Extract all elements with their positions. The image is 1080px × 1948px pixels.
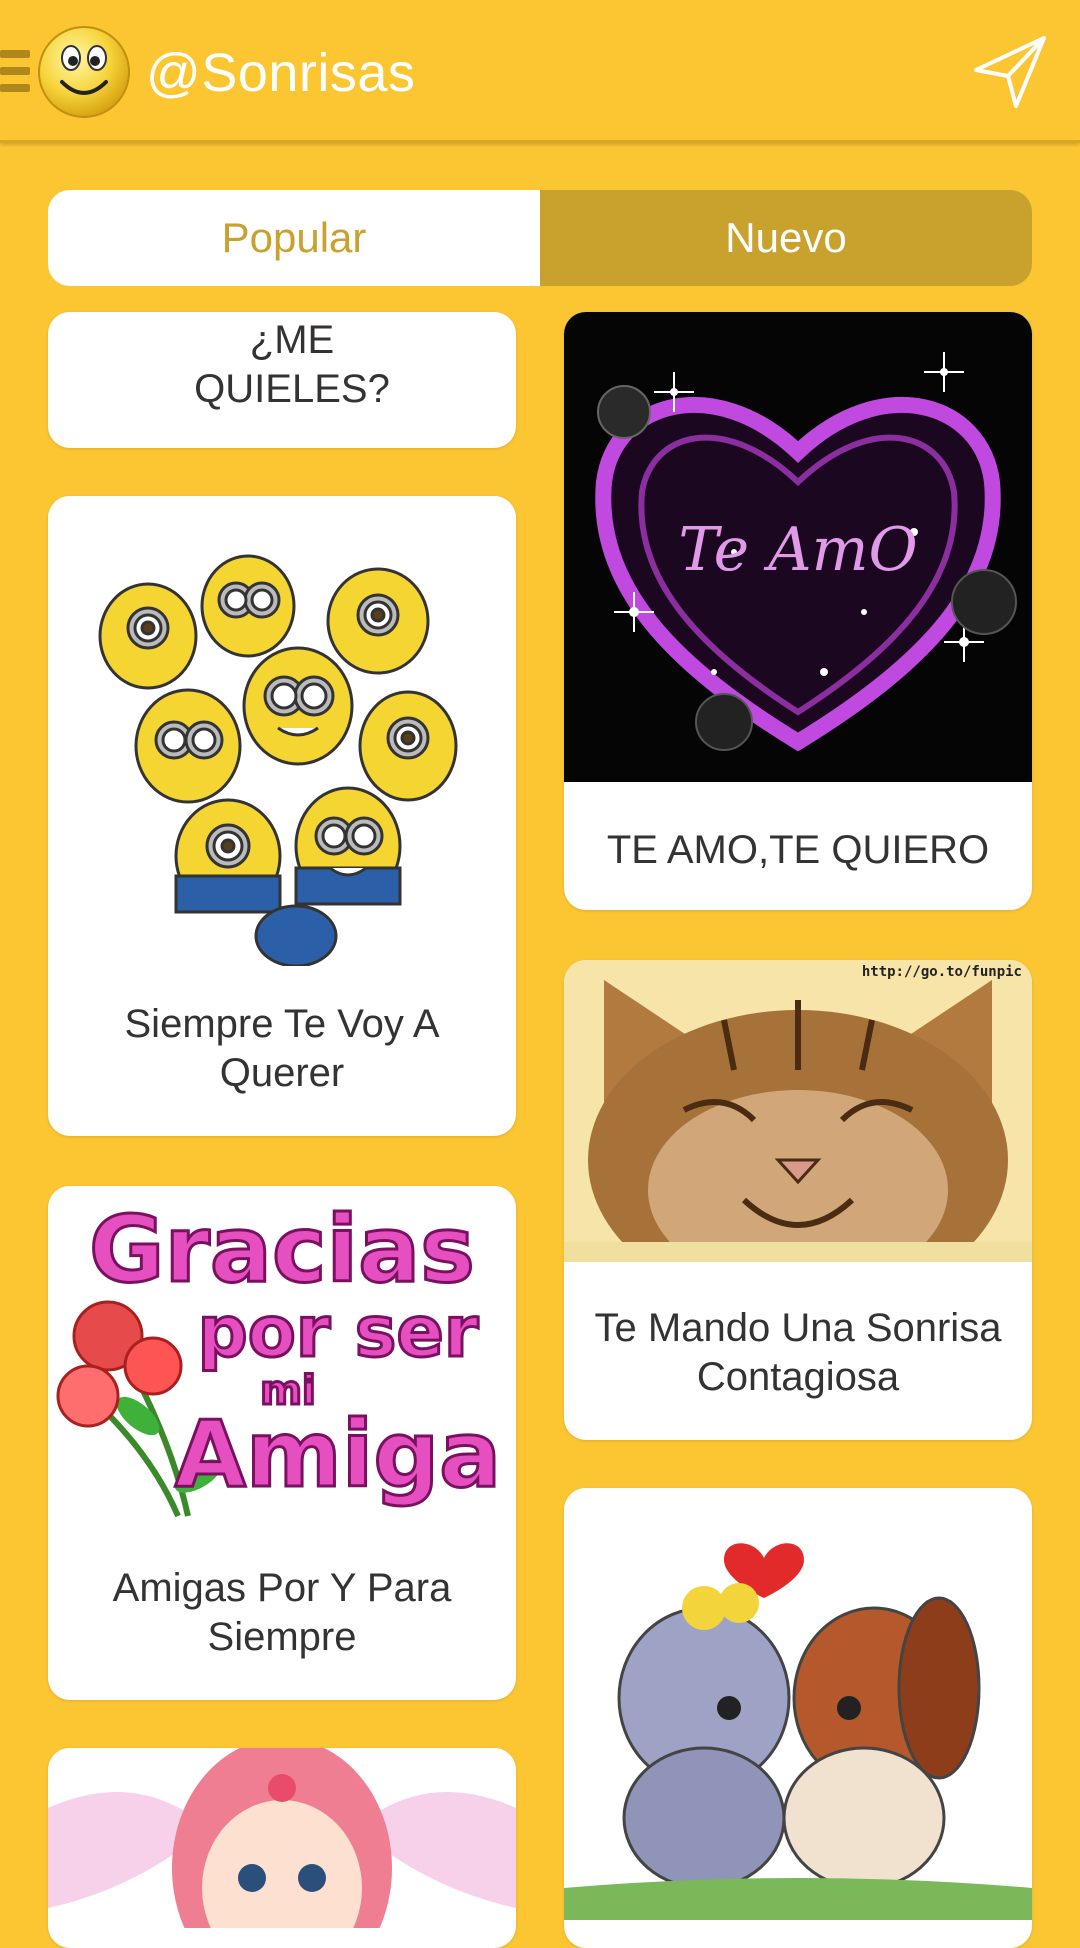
puppies-image (564, 1488, 1032, 1920)
menu-icon[interactable] (0, 50, 30, 94)
fairy-image (48, 1748, 516, 1928)
app-bar: @Sonrisas (0, 0, 1080, 143)
card-caption: TE AMO,TE QUIERO (606, 828, 990, 872)
send-icon[interactable] (972, 34, 1048, 110)
card-caption: Amigas Por Y Para Siempre (112, 1566, 452, 1659)
card-perritos[interactable] (564, 1488, 1032, 1948)
card-siempre[interactable]: Siempre Te Voy A Querer (48, 496, 516, 1136)
amigas-image (48, 1186, 516, 1530)
card-sonrisa[interactable]: http://go.to/funpic Te Mando Una Sonrisa… (564, 960, 1032, 1440)
smiley-icon (38, 26, 130, 118)
card-hada[interactable] (48, 1748, 516, 1948)
teamo-image (564, 312, 1032, 782)
card-teamo[interactable]: Te AmO TE AMO,TE QUIERO (564, 312, 1032, 910)
card-quieles[interactable]: ¿ME QUIELES? (48, 312, 516, 448)
tab-nuevo[interactable]: Nuevo (540, 190, 1032, 286)
kitten-image (564, 960, 1032, 1262)
app-title: @Sonrisas (146, 43, 416, 103)
card-amigas[interactable]: Gracias por ser mi Amiga Amigas Por Y Pa… (48, 1186, 516, 1700)
card-caption: ¿ME QUIELES? (194, 318, 390, 411)
tab-bar: Popular Nuevo (48, 190, 1032, 286)
card-caption: Siempre Te Voy A Querer (124, 1002, 440, 1095)
minions-image (48, 496, 516, 966)
card-caption: Te Mando Una Sonrisa Contagiosa (594, 1306, 1002, 1399)
tab-popular[interactable]: Popular (48, 190, 540, 286)
